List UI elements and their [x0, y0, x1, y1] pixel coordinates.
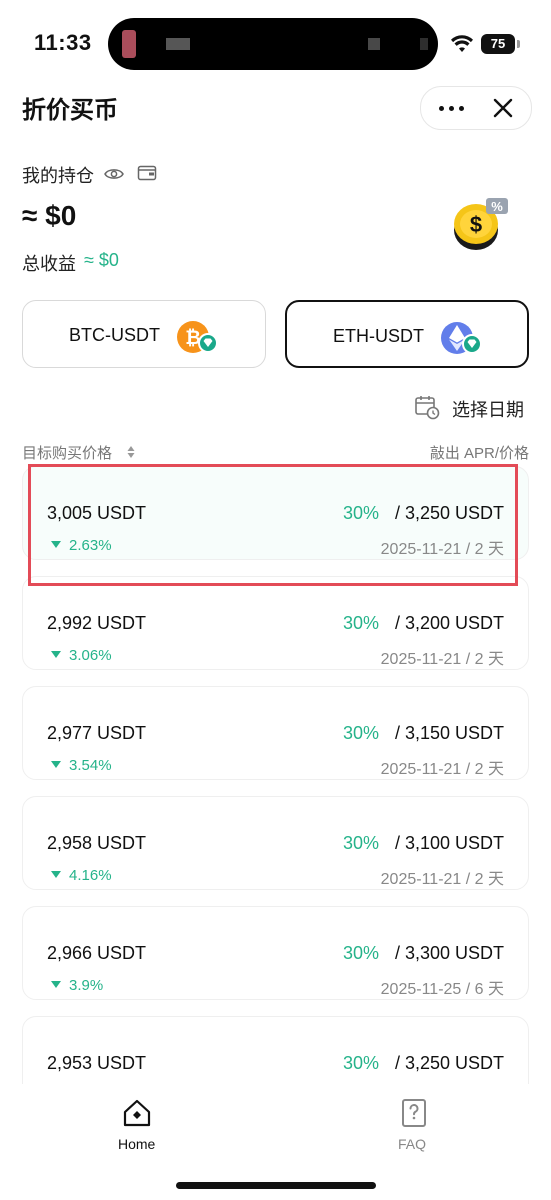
status-time: 11:33 [34, 30, 92, 55]
settlement-date: 2025-11-21 / 2 天 [380, 871, 504, 888]
dollar-coin-icon: $ % [454, 198, 508, 250]
notification-blur [166, 38, 190, 50]
nav-faq-label[interactable]: FAQ [398, 1136, 426, 1152]
down-triangle-icon [51, 541, 61, 548]
battery-indicator: 75 [481, 34, 520, 54]
wifi-icon [451, 35, 473, 52]
product-row[interactable]: 2,966 USDT 3.9% 30% / 3,300 USDT 2025-11… [22, 906, 529, 1000]
apr-value: 30% [342, 833, 379, 853]
pair-tab-eth[interactable]: ETH-USDT [285, 300, 529, 368]
down-triangle-icon [51, 981, 61, 988]
nav-home-label[interactable]: Home [118, 1136, 155, 1152]
apr-value: 30% [342, 503, 379, 523]
column-header-target-price[interactable]: 目标购买价格 [22, 442, 112, 463]
discount-percent: 3.06% [69, 647, 112, 664]
apr-value: 30% [342, 723, 379, 743]
knockout-price: / 3,250 USDT [394, 503, 504, 523]
wallet-icon[interactable] [137, 164, 157, 182]
down-triangle-icon [51, 761, 61, 768]
home-indicator [176, 1182, 376, 1189]
calendar-icon[interactable] [414, 394, 440, 420]
holdings-value: ≈ $0 [22, 200, 77, 231]
product-row[interactable]: 2,958 USDT 4.16% 30% / 3,100 USDT 2025-1… [22, 796, 529, 890]
eye-icon[interactable] [104, 166, 124, 182]
apr-value: 30% [342, 1053, 379, 1073]
discount-percent: 4.16% [69, 867, 112, 884]
eth-coin-icon [441, 322, 482, 354]
discount-percent: 3.9% [69, 977, 104, 994]
dynamic-island [108, 18, 438, 70]
notification-blur [122, 30, 136, 58]
pair-tab-btc[interactable]: BTC-USDT ₿ [22, 300, 266, 368]
target-price: 2,958 USDT [47, 833, 147, 853]
home-icon[interactable] [122, 1098, 152, 1128]
knockout-price: / 3,300 USDT [394, 943, 504, 963]
more-icon[interactable] [437, 97, 467, 119]
target-price: 2,977 USDT [47, 723, 147, 743]
total-profit-value: ≈ $0 [84, 250, 119, 270]
knockout-price: / 3,200 USDT [394, 613, 504, 633]
settlement-date: 2025-11-21 / 2 天 [380, 651, 504, 668]
pair-tab-label: BTC-USDT [69, 325, 160, 345]
product-row[interactable]: 2,977 USDT 3.54% 30% / 3,150 USDT 2025-1… [22, 686, 529, 780]
mini-program-capsule [420, 86, 532, 130]
svg-text:%: % [491, 199, 503, 214]
page: 11:33 75 折价买币 我的持仓 ≈ $0 总收益 ≈ $0 $ % BTC… [0, 0, 551, 1200]
target-price: 3,005 USDT [47, 503, 147, 523]
knockout-price: / 3,100 USDT [394, 833, 504, 853]
total-profit-label: 总收益 [22, 254, 76, 274]
down-triangle-icon [51, 651, 61, 658]
faq-icon[interactable] [400, 1098, 428, 1128]
product-list: 3,005 USDT 2.63% 30% / 3,250 USDT 2025-1… [22, 466, 529, 1126]
notification-blur [420, 38, 428, 50]
target-price: 2,966 USDT [47, 943, 147, 963]
svg-text:$: $ [470, 212, 482, 237]
apr-value: 30% [342, 613, 379, 633]
product-row[interactable]: 3,005 USDT 2.63% 30% / 3,250 USDT 2025-1… [22, 466, 529, 560]
target-price: 2,953 USDT [47, 1053, 147, 1073]
sort-icon[interactable] [126, 444, 136, 460]
close-icon[interactable] [491, 96, 515, 120]
pair-tab-label: ETH-USDT [333, 326, 424, 346]
settlement-date: 2025-11-25 / 6 天 [380, 981, 504, 998]
settlement-date: 2025-11-21 / 2 天 [380, 541, 504, 558]
status-bar: 11:33 75 [0, 0, 551, 88]
discount-percent: 2.63% [69, 537, 112, 554]
page-title: 折价买币 [22, 97, 118, 124]
down-triangle-icon [51, 871, 61, 878]
column-header-knockout-apr: 敲出 APR/价格 [429, 445, 529, 462]
product-row[interactable]: 2,992 USDT 3.06% 30% / 3,200 USDT 2025-1… [22, 576, 529, 670]
knockout-price: / 3,250 USDT [394, 1053, 504, 1073]
settlement-date: 2025-11-21 / 2 天 [380, 761, 504, 778]
knockout-price: / 3,150 USDT [394, 723, 504, 743]
target-price: 2,992 USDT [47, 613, 147, 633]
discount-percent: 3.54% [69, 757, 112, 774]
select-date-button[interactable]: 选择日期 [452, 396, 524, 422]
btc-coin-icon: ₿ [177, 321, 218, 353]
apr-value: 30% [342, 943, 379, 963]
holdings-label: 我的持仓 [22, 166, 94, 186]
notification-blur [368, 38, 380, 50]
